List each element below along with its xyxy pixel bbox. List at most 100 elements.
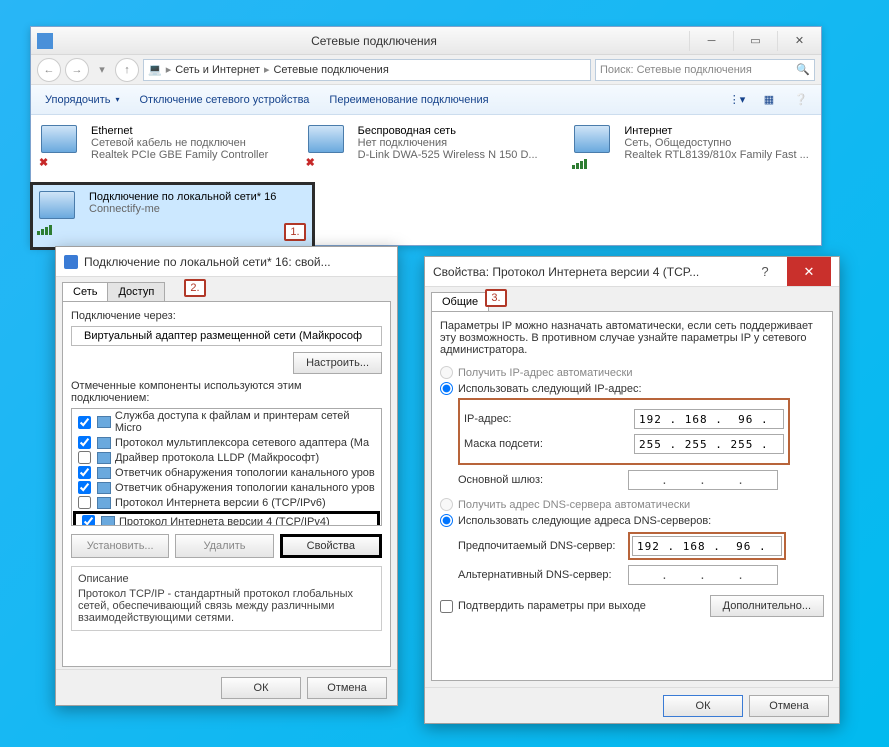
marker-3: 3. bbox=[485, 289, 507, 307]
component-label: Протокол Интернета версии 6 (TCP/IPv6) bbox=[115, 497, 326, 509]
window-icon bbox=[37, 33, 53, 49]
properties-button[interactable]: Свойства bbox=[280, 534, 382, 558]
description-label: Описание bbox=[78, 573, 375, 585]
gateway-label: Основной шлюз: bbox=[458, 474, 628, 486]
advanced-button[interactable]: Дополнительно... bbox=[710, 595, 824, 617]
ok-button[interactable]: ОК bbox=[663, 695, 743, 717]
gateway-input[interactable] bbox=[628, 470, 778, 490]
address-bar: ← → ▾ ↑ 💻▸ Сеть и Интернет▸ Сетевые подк… bbox=[31, 55, 821, 85]
ip-address-input[interactable] bbox=[634, 409, 784, 429]
component-checkbox[interactable] bbox=[78, 416, 91, 429]
connection-name: Беспроводная сеть bbox=[358, 125, 538, 137]
component-label: Служба доступа к файлам и принтерам сете… bbox=[115, 410, 377, 434]
cancel-button[interactable]: Отмена bbox=[307, 677, 387, 699]
ip-label: IP-адрес: bbox=[464, 413, 634, 425]
titlebar: Сетевые подключения ─ ▭ ✕ bbox=[31, 27, 821, 55]
list-item-tcpipv4[interactable]: Протокол Интернета версии 4 (TCP/IPv4) bbox=[73, 511, 380, 526]
maximize-button[interactable]: ▭ bbox=[733, 31, 777, 51]
alternate-dns-input[interactable] bbox=[628, 565, 778, 585]
adapter-icon bbox=[39, 191, 81, 233]
tab-general[interactable]: Общие bbox=[431, 292, 489, 311]
description-group: Описание Протокол TCP/IP - стандартный п… bbox=[71, 566, 382, 631]
help-button[interactable]: ❔ bbox=[789, 88, 813, 112]
tab-network[interactable]: Сеть bbox=[62, 282, 108, 301]
component-checkbox[interactable] bbox=[78, 496, 91, 509]
connection-device: D-Link DWA-525 Wireless N 150 D... bbox=[358, 149, 538, 161]
radio-manual-dns[interactable]: Использовать следующие адреса DNS-сервер… bbox=[440, 514, 824, 527]
minimize-button[interactable]: ─ bbox=[689, 31, 733, 51]
connection-item-wireless[interactable]: ✖ Беспроводная сеть Нет подключения D-Li… bbox=[308, 125, 545, 167]
radio-manual-ip[interactable]: Использовать следующий IP-адрес: bbox=[440, 382, 824, 395]
connection-properties-dialog: Подключение по локальной сети* 16: свой.… bbox=[55, 246, 398, 706]
connection-item-internet[interactable]: Интернет Сеть, Общедоступно Realtek RTL8… bbox=[574, 125, 811, 167]
cancel-button[interactable]: Отмена bbox=[749, 695, 829, 717]
dialog-footer: ОК Отмена bbox=[56, 669, 397, 705]
component-icon bbox=[97, 437, 111, 449]
list-item[interactable]: Протокол Интернета версии 6 (TCP/IPv6) bbox=[72, 495, 381, 510]
connection-name: Подключение по локальной сети* 16 bbox=[89, 191, 276, 203]
rename-connection-cmd[interactable]: Переименование подключения bbox=[323, 91, 494, 109]
connection-status: Нет подключения bbox=[358, 137, 538, 149]
subnet-mask-input[interactable] bbox=[634, 434, 784, 454]
breadcrumb-part[interactable]: Сеть и Интернет bbox=[175, 64, 260, 76]
list-item[interactable]: Ответчик обнаружения топологии канальног… bbox=[72, 480, 381, 495]
radio-auto-dns[interactable]: Получить адрес DNS-сервера автоматически bbox=[440, 498, 824, 511]
connection-name: Ethernet bbox=[91, 125, 268, 137]
preferred-dns-input[interactable] bbox=[632, 536, 782, 556]
install-button[interactable]: Установить... bbox=[71, 534, 169, 558]
confirm-on-exit-checkbox[interactable]: Подтвердить параметры при выходе bbox=[440, 600, 646, 613]
history-dropdown[interactable]: ▾ bbox=[93, 58, 111, 82]
adapter-icon: ✖ bbox=[308, 125, 350, 167]
breadcrumb-part[interactable]: Сетевые подключения bbox=[273, 64, 388, 76]
view-dropdown[interactable]: ⋮▾ bbox=[725, 88, 749, 112]
connection-device: Realtek PCIe GBE Family Controller bbox=[91, 149, 268, 161]
mask-label: Маска подсети: bbox=[464, 438, 634, 450]
radio-auto-ip[interactable]: Получить IP-адрес автоматически bbox=[440, 366, 824, 379]
dialog-footer: ОК Отмена bbox=[425, 687, 839, 723]
close-button[interactable]: ✕ bbox=[787, 257, 831, 286]
component-checkbox[interactable] bbox=[78, 436, 91, 449]
intro-text: Параметры IP можно назначать автоматичес… bbox=[440, 320, 824, 356]
component-icon bbox=[97, 416, 111, 428]
connection-item-ethernet[interactable]: ✖ Ethernet Сетевой кабель не подключен R… bbox=[41, 125, 278, 167]
tab-access[interactable]: Доступ bbox=[107, 282, 165, 301]
configure-button[interactable]: Настроить... bbox=[293, 352, 382, 374]
list-item[interactable]: Драйвер протокола LLDP (Майкрософт) bbox=[72, 450, 381, 465]
list-item[interactable]: Протокол мультиплексора сетевого адаптер… bbox=[72, 435, 381, 450]
components-label: Отмеченные компоненты используются этим … bbox=[71, 380, 382, 404]
description-text: Протокол TCP/IP - стандартный протокол г… bbox=[78, 588, 375, 624]
breadcrumb[interactable]: 💻▸ Сеть и Интернет▸ Сетевые подключения bbox=[143, 59, 591, 81]
dialog-title-text: Свойства: Протокол Интернета версии 4 (T… bbox=[433, 265, 699, 279]
connection-item-selected[interactable]: Подключение по локальной сети* 16 Connec… bbox=[30, 182, 315, 250]
search-input[interactable]: Поиск: Сетевые подключения 🔍 bbox=[595, 59, 815, 81]
close-button[interactable]: ✕ bbox=[777, 31, 821, 51]
component-icon bbox=[97, 452, 111, 464]
component-checkbox[interactable] bbox=[78, 481, 91, 494]
connection-device: Connectify-me bbox=[89, 203, 276, 215]
list-item[interactable]: Служба доступа к файлам и принтерам сете… bbox=[72, 409, 381, 435]
remove-button[interactable]: Удалить bbox=[175, 534, 273, 558]
tabstrip: Общие 3. bbox=[425, 287, 839, 311]
organize-menu[interactable]: Упорядочить bbox=[39, 91, 125, 109]
connection-name: Интернет bbox=[624, 125, 808, 137]
search-placeholder: Поиск: Сетевые подключения bbox=[600, 64, 752, 76]
ok-button[interactable]: ОК bbox=[221, 677, 301, 699]
details-pane-toggle[interactable]: ▦ bbox=[757, 88, 781, 112]
component-checkbox[interactable] bbox=[78, 466, 91, 479]
forward-button[interactable]: → bbox=[65, 58, 89, 82]
help-button[interactable]: ? bbox=[743, 257, 787, 286]
up-button[interactable]: ↑ bbox=[115, 58, 139, 82]
tab-panel: Подключение через: Виртуальный адаптер р… bbox=[62, 301, 391, 667]
back-button[interactable]: ← bbox=[37, 58, 61, 82]
disable-device-cmd[interactable]: Отключение сетевого устройства bbox=[133, 91, 315, 109]
connection-device: Realtek RTL8139/810x Family Fast ... bbox=[624, 149, 808, 161]
window-title: Сетевые подключения bbox=[59, 34, 689, 48]
component-checkbox[interactable] bbox=[82, 515, 95, 526]
list-item[interactable]: Ответчик обнаружения топологии канальног… bbox=[72, 465, 381, 480]
adapter-name: Виртуальный адаптер размещенной сети (Ма… bbox=[84, 330, 362, 342]
connections-list: ✖ Ethernet Сетевой кабель не подключен R… bbox=[31, 115, 821, 167]
components-listbox[interactable]: Служба доступа к файлам и принтерам сете… bbox=[71, 408, 382, 526]
tabstrip: Сеть Доступ 2. bbox=[56, 277, 397, 301]
component-checkbox[interactable] bbox=[78, 451, 91, 464]
adapter-icon bbox=[574, 125, 616, 167]
